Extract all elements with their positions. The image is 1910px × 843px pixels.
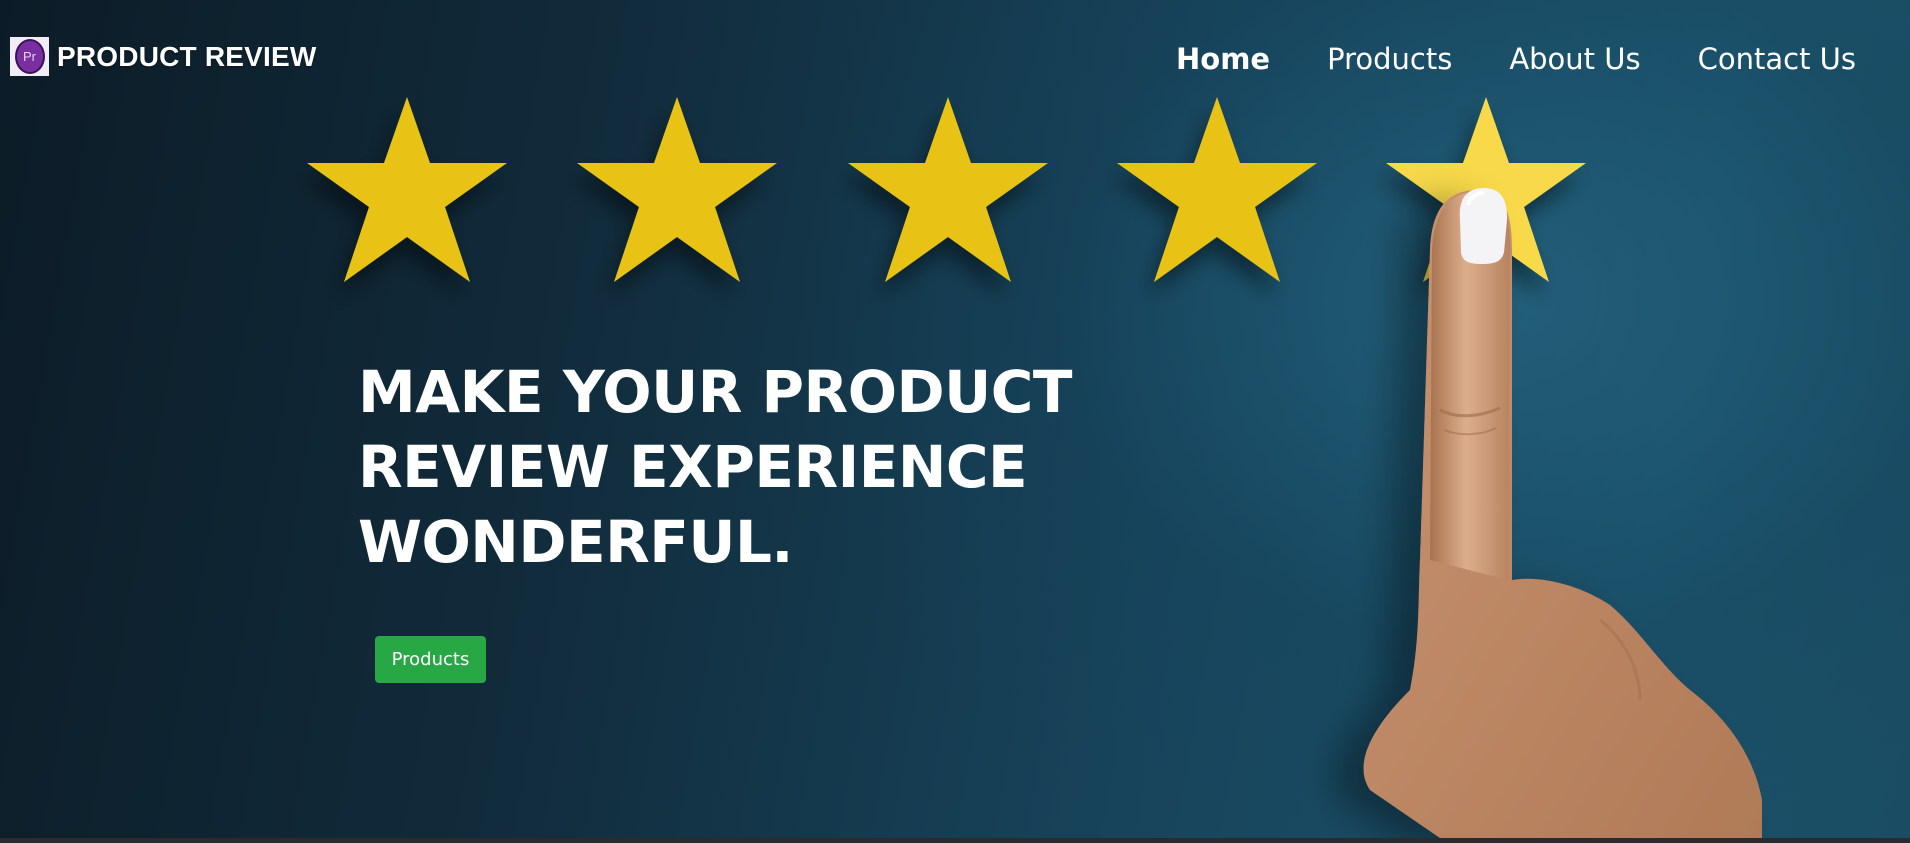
- nav-link-contact-us[interactable]: Contact Us: [1698, 43, 1856, 76]
- nav-link-about-us[interactable]: About Us: [1509, 43, 1640, 76]
- products-button[interactable]: Products: [375, 636, 486, 683]
- bottom-divider: [0, 838, 1910, 843]
- star-icon-1: [307, 97, 507, 282]
- brand[interactable]: Pr PRODUCT REVIEW: [10, 37, 316, 76]
- headline-line-1: MAKE YOUR PRODUCT: [358, 358, 1072, 426]
- headline-line-3: WONDERFUL.: [358, 508, 793, 576]
- main-nav: Home Products About Us Contact Us: [1176, 43, 1856, 76]
- headline-line-2: REVIEW EXPERIENCE: [358, 433, 1028, 501]
- star-icon-3: [848, 97, 1048, 282]
- nav-link-home[interactable]: Home: [1176, 43, 1270, 76]
- hero-headline: MAKE YOUR PRODUCT REVIEW EXPERIENCE WOND…: [358, 355, 1118, 580]
- nav-link-products[interactable]: Products: [1327, 43, 1452, 76]
- logo-icon[interactable]: Pr: [10, 37, 49, 76]
- star-icon-5: [1386, 97, 1586, 282]
- star-icon-2: [577, 97, 777, 282]
- logo-letters: Pr: [14, 39, 45, 74]
- brand-name[interactable]: PRODUCT REVIEW: [57, 42, 316, 71]
- hero-banner: Pr PRODUCT REVIEW Home Products About Us…: [0, 0, 1910, 838]
- star-icon-4: [1117, 97, 1317, 282]
